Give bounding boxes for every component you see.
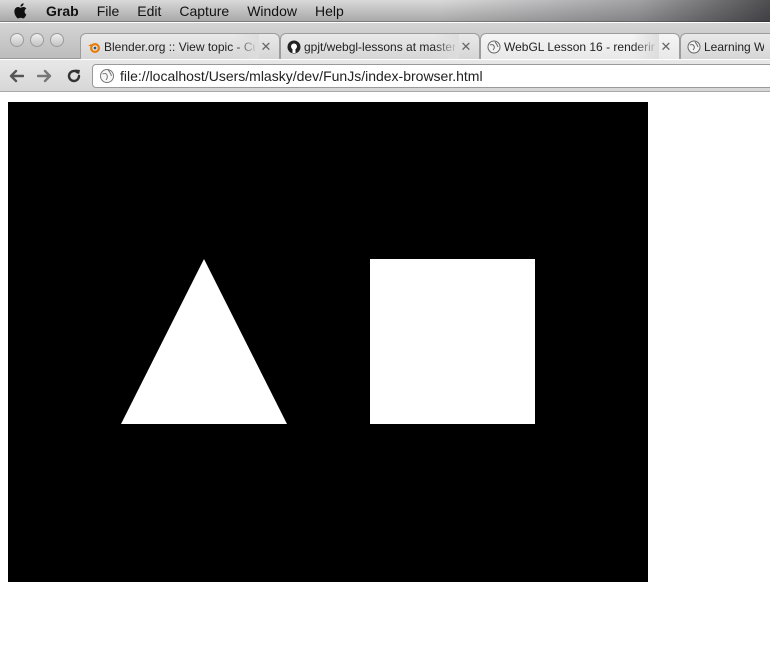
menu-file[interactable]: File [88,0,129,22]
page-content [0,93,770,662]
reload-button[interactable] [61,64,87,88]
forward-button[interactable] [32,64,58,88]
white-square [370,259,535,424]
menu-bar: Grab File Edit Capture Window Help [0,0,770,22]
blender-icon [87,40,101,54]
browser-toolbar: file://localhost/Users/mlasky/dev/FunJs/… [0,60,770,92]
menu-capture[interactable]: Capture [170,0,238,22]
tab-github[interactable]: gpjt/webgl-lessons at master ✕ [280,33,480,59]
webgl-canvas[interactable] [8,102,648,582]
menu-window[interactable]: Window [238,0,306,22]
tab-blender[interactable]: Blender.org :: View topic - Cu ✕ [80,33,280,59]
menu-app-name[interactable]: Grab [40,0,88,22]
close-tab-icon[interactable]: ✕ [259,39,273,55]
window-controls [10,33,64,47]
back-arrow-icon [9,69,24,82]
tab-title: Learning WebGL [704,39,764,54]
tab-strip: Blender.org :: View topic - Cu ✕ gpjt/we… [0,23,770,59]
forward-arrow-icon [37,69,52,82]
close-tab-icon[interactable]: ✕ [459,39,473,55]
white-triangle [121,259,287,424]
close-tab-icon[interactable]: ✕ [659,39,673,55]
url-text: file://localhost/Users/mlasky/dev/FunJs/… [120,68,483,84]
address-bar[interactable]: file://localhost/Users/mlasky/dev/FunJs/… [92,64,770,88]
menu-edit[interactable]: Edit [128,0,170,22]
globe-icon [487,40,501,54]
close-window-button[interactable] [10,33,24,47]
page-info-globe-icon[interactable] [99,68,115,84]
tab-webgl-lesson-16[interactable]: WebGL Lesson 16 - rendering ✕ [480,33,680,59]
desktop-background-strip [440,0,770,22]
menu-help[interactable]: Help [306,0,353,22]
github-icon [287,40,301,54]
minimize-window-button[interactable] [30,33,44,47]
reload-icon [67,69,81,82]
globe-icon [687,40,701,54]
tab-learning-webgl[interactable]: Learning WebGL [680,33,770,59]
apple-menu-icon[interactable] [0,0,40,22]
back-button[interactable] [3,64,29,88]
zoom-window-button[interactable] [50,33,64,47]
